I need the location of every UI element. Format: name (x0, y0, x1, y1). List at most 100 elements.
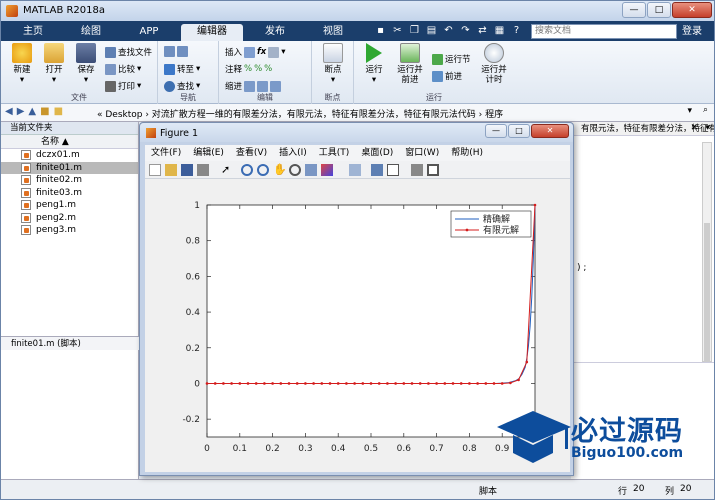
plot-area[interactable] (206, 204, 536, 438)
data-point[interactable] (459, 382, 463, 385)
login-button[interactable]: 登录 (682, 24, 708, 39)
brush-icon[interactable] (321, 164, 333, 176)
search-icon[interactable]: ⌕ (703, 105, 708, 115)
find-files-button[interactable]: 查找文件 (105, 46, 152, 58)
data-point[interactable] (509, 381, 512, 385)
advance-button[interactable]: 前进 (432, 70, 462, 82)
new-button[interactable]: 新建 ▾ (7, 43, 37, 85)
file-item[interactable]: peng2.m (1, 212, 138, 225)
data-point[interactable] (328, 382, 332, 385)
indent-button[interactable]: 缩进 (225, 80, 282, 92)
file-item[interactable]: peng1.m (1, 199, 138, 212)
zoom-out-icon[interactable] (257, 164, 269, 176)
data-point[interactable] (320, 382, 324, 385)
maximize-button[interactable]: □ (647, 2, 671, 18)
copy-icon[interactable]: ❐ (407, 24, 422, 38)
data-point[interactable] (525, 360, 529, 364)
data-point[interactable] (427, 382, 430, 385)
data-point[interactable] (468, 382, 471, 385)
data-point[interactable] (492, 382, 496, 385)
data-point[interactable] (271, 382, 274, 385)
figure-close-button[interactable]: ✕ (531, 124, 569, 138)
pan-icon[interactable]: ✋ (273, 164, 287, 176)
data-point[interactable] (263, 382, 266, 385)
undo-icon[interactable]: ↶ (441, 24, 456, 38)
new-figure-icon[interactable] (149, 164, 161, 176)
tab-publish[interactable]: 发布 (249, 24, 301, 41)
comment-button[interactable]: 注释 % % % (225, 63, 272, 75)
percent-icon[interactable]: % (244, 64, 252, 74)
menu-insert[interactable]: 插入(I) (273, 145, 313, 161)
goto-button[interactable]: 转至 ▾ (164, 63, 200, 75)
data-point[interactable] (402, 382, 406, 385)
tab-editor[interactable]: 编辑器 (181, 24, 243, 41)
data-point[interactable] (222, 382, 225, 385)
open-button[interactable]: 打开 ▾ (39, 43, 69, 85)
minimize-button[interactable]: — (622, 2, 646, 18)
redo-icon[interactable]: ↷ (458, 24, 473, 38)
data-point[interactable] (287, 382, 291, 385)
open-file-icon[interactable] (165, 164, 177, 176)
data-point[interactable] (377, 382, 381, 385)
data-point[interactable] (312, 382, 315, 385)
data-point[interactable] (533, 203, 537, 207)
smart-indent-icon[interactable] (244, 80, 256, 92)
browse-folder-icon[interactable]: ■ (40, 106, 49, 117)
percent-braces-icon[interactable]: % (254, 64, 262, 74)
run-and-advance-button[interactable]: 运行并 前进 (394, 43, 426, 85)
zoom-in-icon[interactable] (241, 164, 253, 176)
up-folder-icon[interactable]: ▲ (28, 106, 36, 117)
outdent-icon[interactable] (270, 80, 282, 92)
data-point[interactable] (246, 382, 250, 385)
breakpoints-button[interactable]: 断点 ▾ (318, 43, 348, 85)
indent-icon[interactable] (257, 80, 269, 92)
data-point[interactable] (451, 382, 455, 385)
data-point[interactable] (336, 382, 340, 385)
data-point[interactable] (517, 378, 520, 382)
menu-edit[interactable]: 编辑(E) (187, 145, 230, 161)
save-figure-icon[interactable] (181, 164, 193, 176)
run-section-button[interactable]: 运行节 (432, 53, 471, 65)
path-dropdown-icon[interactable]: ▾ (687, 106, 692, 116)
help-icon[interactable]: ? (509, 24, 524, 38)
data-point[interactable] (279, 382, 283, 385)
file-item[interactable]: dczx01.m (1, 149, 138, 162)
chevron-down-icon[interactable]: ▾ (705, 123, 710, 133)
fx-icon[interactable]: fx (257, 47, 266, 57)
editor-scrollbar[interactable] (702, 142, 712, 363)
uncomment-icon[interactable]: % (264, 64, 272, 74)
data-point[interactable] (476, 382, 479, 385)
back-arrow-icon[interactable]: ◀ (5, 106, 13, 117)
data-point[interactable] (484, 382, 488, 385)
file-item-selected[interactable]: finite01.m (1, 161, 138, 174)
data-point[interactable] (369, 382, 373, 385)
current-path[interactable]: « Desktop › 对流扩散方程一维的有限差分法，有限元法，特征有限差分法，… (97, 107, 503, 120)
figure-title-bar[interactable]: Figure 1 — □ ✕ (140, 123, 573, 142)
menu-help[interactable]: 帮助(H) (445, 145, 489, 161)
data-point[interactable] (394, 382, 397, 385)
file-item[interactable]: finite03.m (1, 187, 138, 200)
data-point[interactable] (410, 382, 414, 385)
search-documentation-input[interactable]: 搜索文档 (531, 24, 677, 39)
data-point[interactable] (418, 382, 422, 385)
data-point[interactable] (205, 382, 209, 385)
insert-button[interactable]: 插入 fx ▾ (225, 46, 285, 58)
cut-icon[interactable]: ✂ (390, 24, 405, 38)
tab-home[interactable]: 主页 (7, 24, 59, 41)
hide-plot-tools-icon[interactable] (411, 164, 423, 176)
data-point[interactable] (435, 382, 438, 385)
save-button[interactable]: 保存 ▾ (71, 43, 101, 85)
switch-windows-icon[interactable]: ⇄ (475, 24, 490, 38)
compare-button[interactable]: 比较 ▾ (105, 63, 141, 75)
menu-desktop[interactable]: 桌面(D) (355, 145, 399, 161)
file-item[interactable]: finite02.m (1, 174, 138, 187)
pointer-icon[interactable]: ➚ (221, 164, 233, 176)
forward-arrow-icon[interactable]: ▶ (17, 106, 25, 117)
data-point[interactable] (353, 382, 356, 385)
menu-window[interactable]: 窗口(W) (399, 145, 445, 161)
data-point[interactable] (443, 382, 447, 385)
find-button[interactable]: 查找 ▾ (164, 80, 200, 92)
rotate-3d-icon[interactable] (289, 164, 301, 176)
figure-minimize-button[interactable]: — (485, 124, 507, 138)
file-item[interactable]: peng3.m (1, 224, 138, 237)
